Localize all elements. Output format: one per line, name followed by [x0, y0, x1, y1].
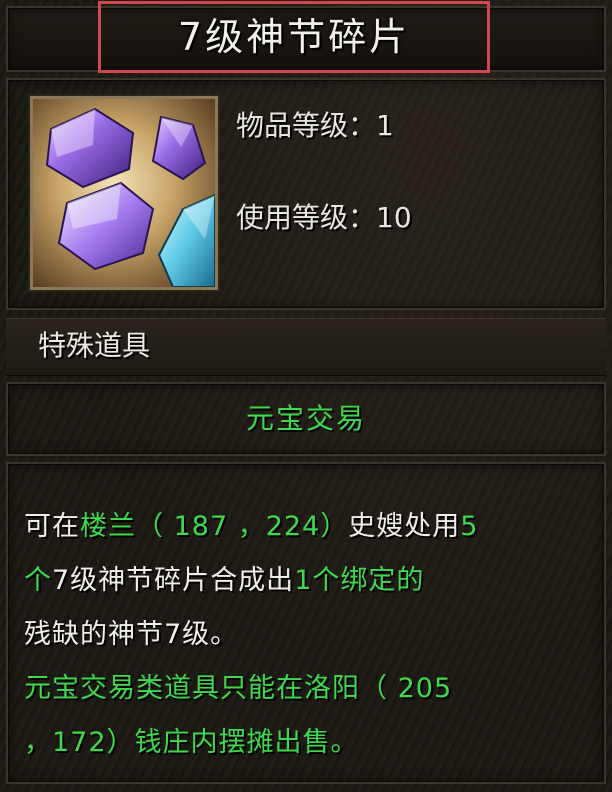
description-line-1: 可在楼兰（ 187 ，224）史嫂处用5	[24, 500, 596, 554]
description-line-4: 元宝交易类道具只能在洛阳（ 205	[24, 662, 596, 716]
item-description: 可在楼兰（ 187 ，224）史嫂处用5 个7级神节碎片合成出1个绑定的 残缺的…	[24, 500, 596, 770]
item-tooltip-panel: 7级神节碎片 物品等级：1 使用等级：10 特殊道具 元宝交易 可在楼兰（ 18…	[0, 0, 612, 792]
description-line-2: 个7级神节碎片合成出1个绑定的	[24, 554, 596, 608]
location-link-loulan: 楼兰	[80, 511, 136, 542]
desc-text: 合成出	[210, 565, 295, 596]
trade-rule-text: ，172）钱庄内摆摊出售。	[24, 727, 359, 758]
coordinates-text: （ 187 ，224）	[136, 511, 349, 542]
description-line-3: 残缺的神节7级。	[24, 608, 596, 662]
description-line-5: ，172）钱庄内摆摊出售。	[24, 716, 596, 770]
trade-rule-text: 元宝交易类道具只能在洛阳（ 205	[24, 673, 453, 704]
title-annotation-box	[98, 1, 490, 73]
use-level-stat: 使用等级：10	[236, 196, 412, 236]
item-category: 特殊道具	[38, 329, 151, 362]
item-level-stat: 物品等级：1	[236, 104, 394, 144]
desc-text: 个	[24, 565, 52, 596]
item-level-label: 物品等级：	[236, 109, 377, 142]
trade-type: 元宝交易	[245, 402, 366, 435]
result-item-text: 残缺的神节7级。	[24, 619, 239, 650]
bound-item-text: 1个绑定的	[294, 565, 425, 596]
purple-crystal-shards-icon[interactable]	[30, 96, 218, 290]
use-level-value: 10	[376, 201, 412, 234]
item-name-text: 7级神节碎片	[52, 565, 211, 596]
item-level-value: 1	[376, 109, 394, 142]
quantity-text: 5	[460, 511, 479, 542]
desc-text: 可在	[24, 511, 80, 542]
desc-text: 史嫂处用	[348, 511, 461, 542]
use-level-label: 使用等级：	[236, 201, 377, 234]
